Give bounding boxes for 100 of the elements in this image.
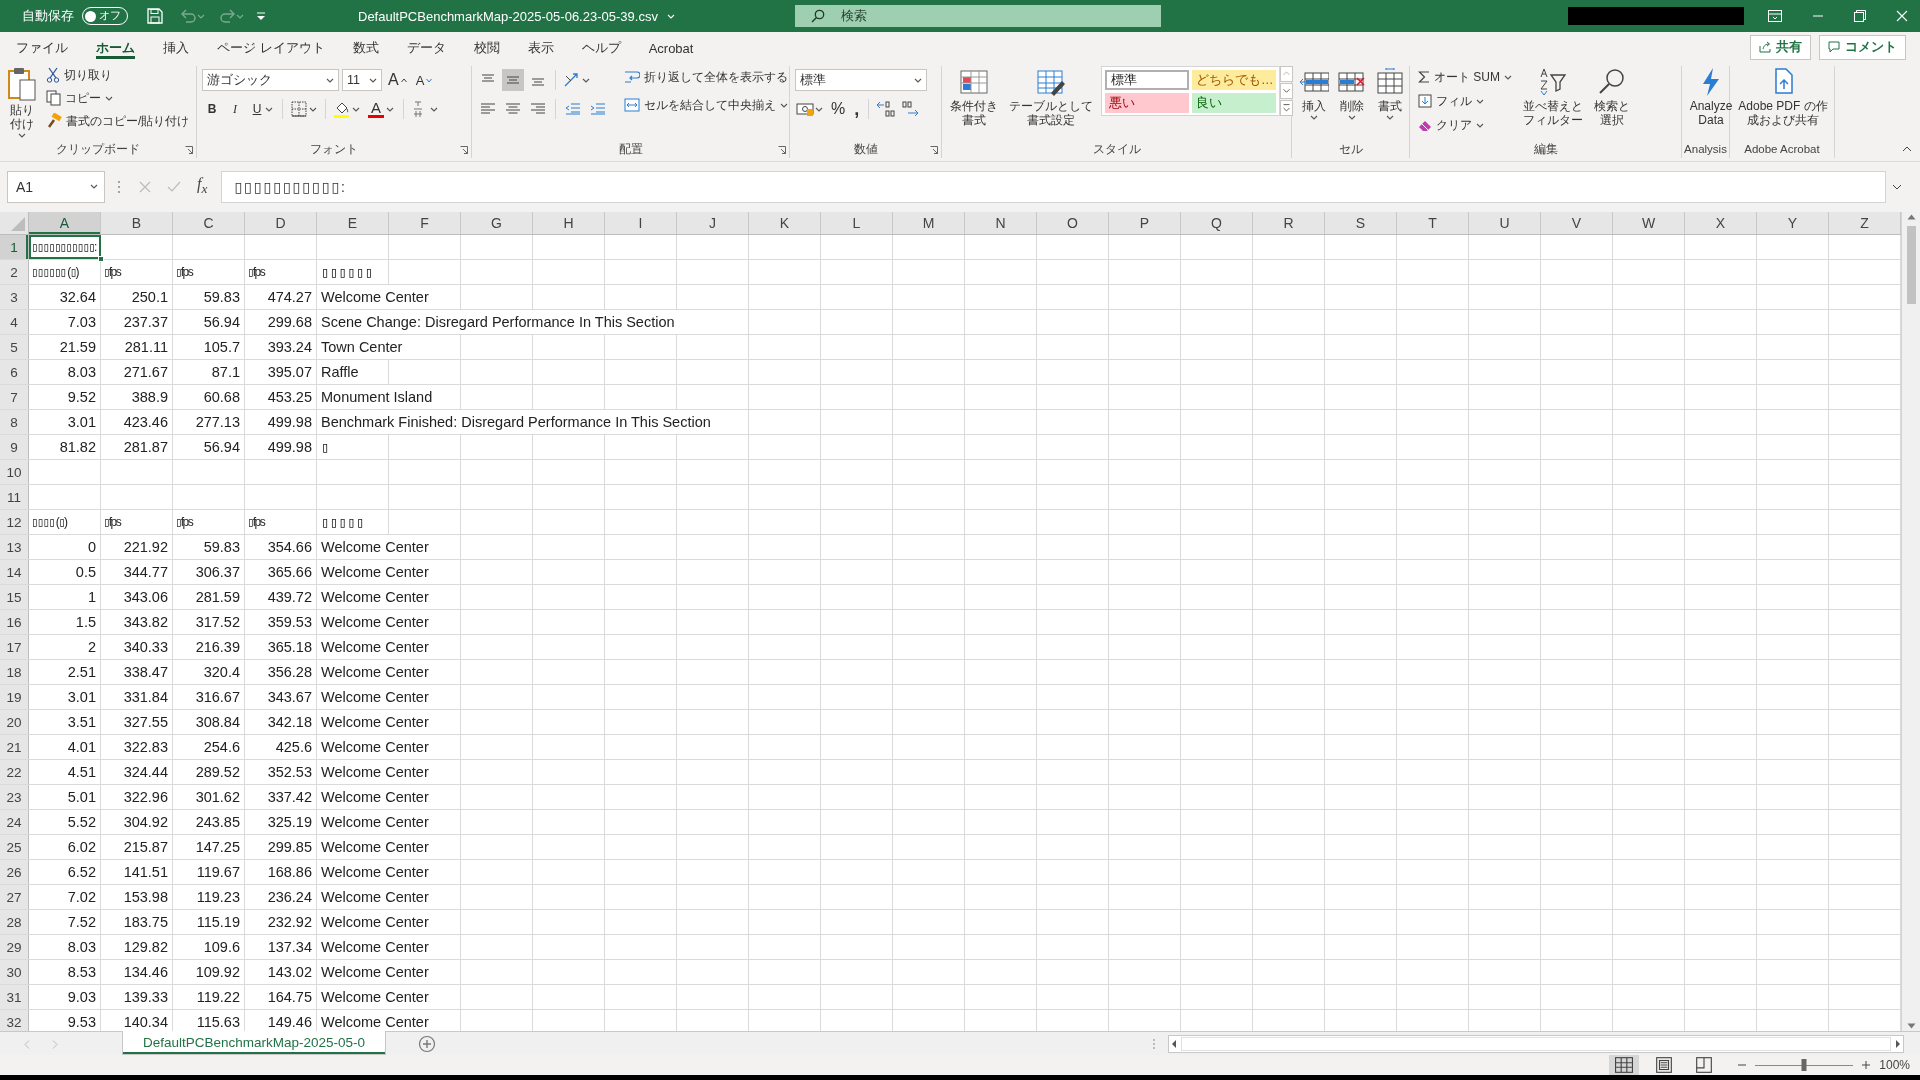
column-header[interactable]: I [605, 212, 677, 234]
font-grow-button[interactable]: A [385, 68, 410, 92]
gallery-down-icon[interactable] [1280, 83, 1293, 99]
delete-button[interactable]: 削除 [1335, 66, 1369, 121]
gallery-more-icon[interactable] [1280, 100, 1293, 116]
cell-style[interactable]: 悪い [1105, 93, 1189, 113]
font-shrink-button[interactable]: A [412, 68, 436, 92]
row-header[interactable]: 31 [0, 985, 29, 1009]
row-header[interactable]: 13 [0, 535, 29, 559]
row-header[interactable]: 26 [0, 860, 29, 884]
column-header[interactable]: S [1325, 212, 1397, 234]
row-header[interactable]: 23 [0, 785, 29, 809]
row-header[interactable]: 2 [0, 260, 29, 284]
column-header[interactable]: J [677, 212, 749, 234]
ribbon-tab[interactable]: データ [392, 34, 460, 62]
row-header[interactable]: 12 [0, 510, 29, 534]
column-header[interactable]: R [1253, 212, 1325, 234]
formula-field[interactable]: ▯▯▯▯▯▯▯▯▯▯▯: [221, 170, 1886, 203]
row-header[interactable]: 4 [0, 310, 29, 334]
file-name-button[interactable]: DefaultPCBenchmarkMap-2025-05-06.23-05-39.csv [358, 8, 675, 24]
row-header[interactable]: 29 [0, 935, 29, 959]
row-header[interactable]: 8 [0, 410, 29, 434]
ribbon-tab[interactable]: Acrobat [634, 34, 708, 62]
font-color-button[interactable]: A [365, 97, 397, 121]
comment-button[interactable]: コメント [1819, 34, 1906, 60]
create-pdf-button[interactable]: Adobe PDF の作成および共有 [1735, 66, 1831, 128]
row-header[interactable]: 25 [0, 835, 29, 859]
merge-center-button[interactable]: セルを結合して中央揃え [621, 94, 791, 116]
row-header[interactable]: 15 [0, 585, 29, 609]
sheet-tab[interactable]: DefaultPCBenchmarkMap-2025-05-0 [122, 1031, 387, 1055]
column-header[interactable]: H [533, 212, 605, 234]
row-header[interactable]: 14 [0, 560, 29, 584]
save-icon[interactable] [146, 7, 164, 25]
row-header[interactable]: 19 [0, 685, 29, 709]
ribbon-tab[interactable]: 表示 [513, 34, 568, 62]
column-header[interactable]: G [461, 212, 533, 234]
find-select-button[interactable]: 検索と選択 [1591, 66, 1633, 128]
add-sheet-icon[interactable] [418, 1035, 437, 1053]
number-format-dropdown[interactable]: 標準 [795, 69, 927, 91]
row-header[interactable]: 17 [0, 635, 29, 659]
column-header[interactable]: Q [1181, 212, 1253, 234]
expand-formula-icon[interactable] [1892, 183, 1902, 190]
column-header[interactable]: U [1469, 212, 1541, 234]
borders-icon[interactable] [289, 99, 319, 119]
column-header[interactable]: E [317, 212, 389, 234]
format-painter-button[interactable]: 書式のコピー/貼り付け [43, 110, 193, 132]
row-header[interactable]: 3 [0, 285, 29, 309]
row-header[interactable]: 6 [0, 360, 29, 384]
ribbon-tab[interactable]: 挿入 [149, 34, 203, 62]
row-header[interactable]: 30 [0, 960, 29, 984]
autosum-button[interactable]: オート SUM [1415, 66, 1515, 88]
dialog-launcher-icon[interactable] [930, 146, 938, 154]
column-header[interactable]: K [749, 212, 821, 234]
column-header[interactable]: T [1397, 212, 1469, 234]
ribbon-tab[interactable]: ファイル [2, 34, 82, 62]
cut-button[interactable]: 切り取り [43, 64, 193, 86]
close-icon[interactable] [1896, 10, 1908, 22]
scroll-up-icon[interactable] [1906, 214, 1916, 220]
dialog-launcher-icon[interactable] [185, 146, 193, 154]
row-header[interactable]: 1 [0, 235, 29, 259]
row-header[interactable]: 21 [0, 735, 29, 759]
italic-button[interactable]: I [225, 97, 245, 121]
percent-button[interactable]: % [828, 97, 849, 121]
scroll-right-icon[interactable] [1893, 1037, 1903, 1051]
row-header[interactable]: 11 [0, 485, 29, 509]
fill-button[interactable]: フィル [1415, 90, 1515, 112]
row-header[interactable]: 32 [0, 1010, 29, 1031]
column-header[interactable]: L [821, 212, 893, 234]
scrollbar-thumb[interactable] [1906, 226, 1916, 304]
ribbon-tab[interactable]: ページ レイアウト [203, 34, 339, 62]
row-header[interactable]: 24 [0, 810, 29, 834]
dialog-launcher-icon[interactable] [778, 146, 786, 154]
row-header[interactable]: 5 [0, 335, 29, 359]
dialog-launcher-icon[interactable] [460, 146, 468, 154]
zoom-in-icon[interactable] [1861, 1060, 1872, 1070]
cell-style[interactable]: 良い [1192, 93, 1276, 113]
share-button[interactable]: 共有 [1750, 34, 1811, 60]
resize-handle-icon[interactable] [1152, 1038, 1156, 1050]
align-middle-icon[interactable] [502, 69, 524, 91]
paste-button[interactable]: 貼り付け [5, 66, 39, 139]
normal-view-icon[interactable] [1609, 1055, 1640, 1075]
format-as-table-button[interactable]: テーブルとして書式設定 [1005, 66, 1097, 128]
row-header[interactable]: 22 [0, 760, 29, 784]
search-field[interactable]: 検索 [794, 5, 1161, 27]
column-header[interactable]: B [101, 212, 173, 234]
format-button[interactable]: 書式 [1373, 66, 1407, 121]
horizontal-scrollbar[interactable] [1168, 1035, 1904, 1053]
column-header[interactable]: V [1541, 212, 1613, 234]
row-header[interactable]: 20 [0, 710, 29, 734]
bold-button[interactable]: B [202, 97, 222, 121]
column-header[interactable]: C [173, 212, 245, 234]
conditional-formatting-button[interactable]: 条件付き書式 [947, 66, 1001, 128]
cell-style[interactable]: どちらでも… [1192, 70, 1276, 90]
column-header[interactable]: N [965, 212, 1037, 234]
font-size-dropdown[interactable]: 11 [342, 69, 382, 91]
ribbon-tab[interactable]: 校閲 [459, 34, 514, 62]
column-header[interactable]: O [1037, 212, 1109, 234]
row-header[interactable]: 27 [0, 885, 29, 909]
row-header[interactable]: 10 [0, 460, 29, 484]
row-header[interactable]: 7 [0, 385, 29, 409]
